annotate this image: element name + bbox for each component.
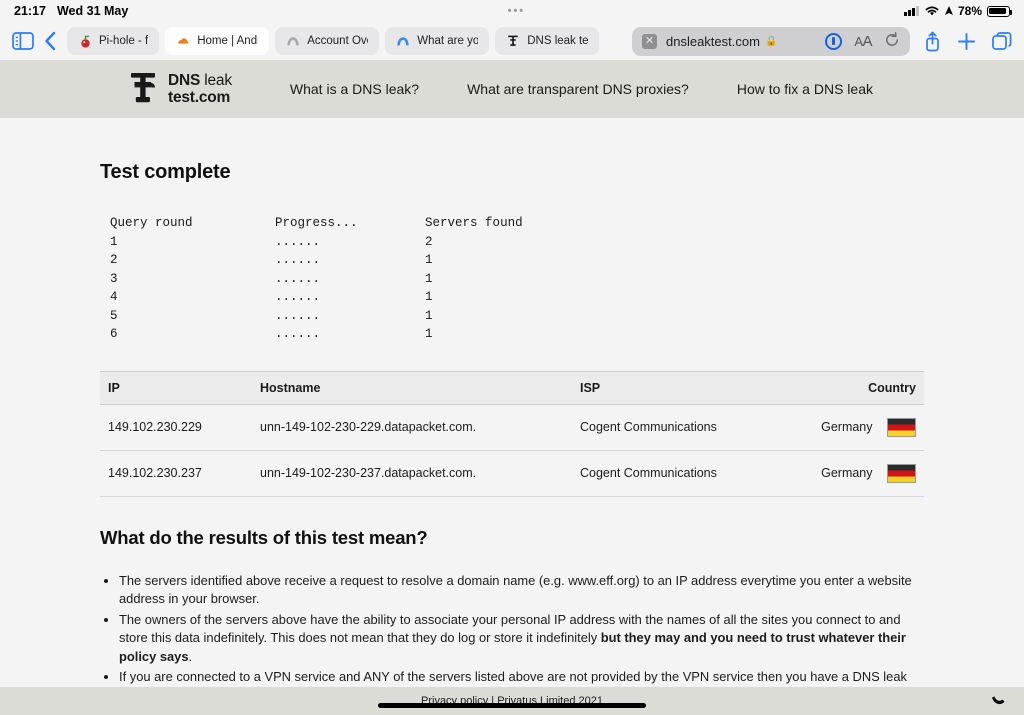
text-size-button[interactable]: AA <box>854 33 872 50</box>
faucet-icon <box>506 34 520 48</box>
table-header-row: IP Hostname ISP Country <box>100 371 924 404</box>
tab-strip: Pi-hole - f Home | Andrew Account O <box>67 27 618 55</box>
sidebar-toggle-icon[interactable] <box>12 32 34 50</box>
reload-icon[interactable] <box>884 32 900 51</box>
tab-label: Pi-hole - f <box>99 35 148 47</box>
signal-bars-icon <box>904 6 919 16</box>
address-bar-actions: AA <box>825 32 900 51</box>
tab-overview-icon[interactable] <box>992 32 1012 51</box>
privacy-shield-icon[interactable] <box>825 33 842 50</box>
cloudflare-icon <box>176 34 190 48</box>
cell-hostname: unn-149-102-230-237.datapacket.com. <box>252 450 572 496</box>
logo-line1-light: leak <box>204 72 232 89</box>
cell-ip: 149.102.230.237 <box>100 450 252 496</box>
table-row: 149.102.230.237 unn-149-102-230-237.data… <box>100 450 924 496</box>
share-icon[interactable] <box>924 31 941 52</box>
tab-label: Account Overv <box>307 35 368 47</box>
table-row: 149.102.230.229 unn-149-102-230-229.data… <box>100 404 924 450</box>
tab-label: DNS leak test <box>527 35 588 47</box>
list-item: The servers identified above receive a r… <box>119 572 924 609</box>
list-item: The owners of the servers above have the… <box>119 611 924 667</box>
cell-isp: Cogent Communications <box>572 450 802 496</box>
country-label: Germany <box>821 465 872 479</box>
browser-toolbar: Pi-hole - f Home | Andrew Account O <box>0 22 1024 60</box>
tab-pihole[interactable]: Pi-hole - f <box>67 27 159 55</box>
explanation-heading: What do the results of this test mean? <box>100 527 924 549</box>
site-nav: What is a DNS leak? What are transparent… <box>232 81 897 97</box>
battery-icon <box>987 6 1010 17</box>
site-header: DNS leak test.com What is a DNS leak? Wh… <box>0 60 1024 118</box>
country-label: Germany <box>821 419 872 433</box>
content-wrapper: Test complete Query round Progress... Se… <box>100 118 924 705</box>
site-logo-text: DNS leak test.com <box>168 72 232 107</box>
cell-country: Germany <box>802 404 924 450</box>
column-header-ip: IP <box>100 371 252 404</box>
cell-hostname: unn-149-102-230-229.datapacket.com. <box>252 404 572 450</box>
germany-flag-icon <box>887 464 916 483</box>
nav-transparent-dns-proxies[interactable]: What are transparent DNS proxies? <box>443 81 713 97</box>
chevron-left-icon[interactable] <box>44 31 57 51</box>
status-bar-left: 21:17 Wed 31 May <box>14 4 128 18</box>
faucet-icon <box>128 71 161 107</box>
column-header-isp: ISP <box>572 371 802 404</box>
germany-flag-icon <box>887 418 916 437</box>
logo-line1-bold: DNS <box>168 72 200 89</box>
bullet-text: The servers identified above receive a r… <box>119 573 912 607</box>
status-date: Wed 31 May <box>57 4 128 18</box>
cell-country: Germany <box>802 450 924 496</box>
address-bar-text: dnsleaktest.com 🔒 <box>666 34 816 49</box>
tab-dns-leak-test[interactable]: DNS leak test <box>495 27 599 55</box>
nordvpn-gray-icon <box>286 34 300 48</box>
status-time: 21:17 <box>14 4 46 18</box>
page-content: Test complete Query round Progress... Se… <box>0 118 1024 715</box>
tab-what-are-your[interactable]: What are your <box>385 27 489 55</box>
cell-isp: Cogent Communications <box>572 404 802 450</box>
site-footer: Privacy policy | Privatus Limited 2021 <box>0 687 1024 715</box>
logo-line2: test.com <box>168 89 232 106</box>
status-bar: 21:17 Wed 31 May ••• 78% <box>0 0 1024 22</box>
nav-what-is-a-dns-leak[interactable]: What is a DNS leak? <box>232 81 443 97</box>
wifi-icon <box>924 5 940 17</box>
location-arrow-icon <box>945 6 953 17</box>
toolbar-right-actions <box>920 31 1012 52</box>
results-table-head: IP Hostname ISP Country <box>100 371 924 404</box>
dynamic-island-dots-icon: ••• <box>508 5 526 17</box>
nav-how-to-fix-a-dns-leak[interactable]: How to fix a DNS leak <box>713 81 897 97</box>
tab-account-overview[interactable]: Account Overv <box>275 27 379 55</box>
address-bar[interactable]: ✕ dnsleaktest.com 🔒 AA <box>632 27 910 56</box>
site-logo[interactable]: DNS leak test.com <box>128 71 232 107</box>
column-header-hostname: Hostname <box>252 371 572 404</box>
ipad-screen: 21:17 Wed 31 May ••• 78% <box>0 0 1024 715</box>
bullet-text-end: . <box>189 649 193 664</box>
results-table: IP Hostname ISP Country 149.102.230.229 … <box>100 371 924 497</box>
plus-icon[interactable] <box>957 32 976 51</box>
tab-label: Home | Andrew <box>197 35 258 47</box>
results-table-body: 149.102.230.229 unn-149-102-230-229.data… <box>100 404 924 496</box>
nordvpn-blue-icon <box>396 34 410 48</box>
phone-handset-icon <box>988 687 1008 710</box>
battery-percent: 78% <box>958 4 982 18</box>
explanation-bullets: The servers identified above receive a r… <box>100 572 924 706</box>
column-header-country: Country <box>802 371 924 404</box>
close-icon[interactable]: ✕ <box>642 34 657 49</box>
pihole-icon <box>78 34 92 48</box>
tab-label: What are your <box>417 35 478 47</box>
url-value: dnsleaktest.com <box>666 34 760 49</box>
status-bar-right: 78% <box>904 4 1010 18</box>
page-title: Test complete <box>100 161 924 184</box>
tab-home-andrew[interactable]: Home | Andrew <box>165 27 269 55</box>
progress-table: Query round Progress... Servers found 1 … <box>110 214 924 344</box>
home-indicator[interactable] <box>378 703 646 708</box>
status-bar-center: ••• <box>128 5 904 17</box>
cell-ip: 149.102.230.229 <box>100 404 252 450</box>
lock-icon: 🔒 <box>765 36 777 47</box>
